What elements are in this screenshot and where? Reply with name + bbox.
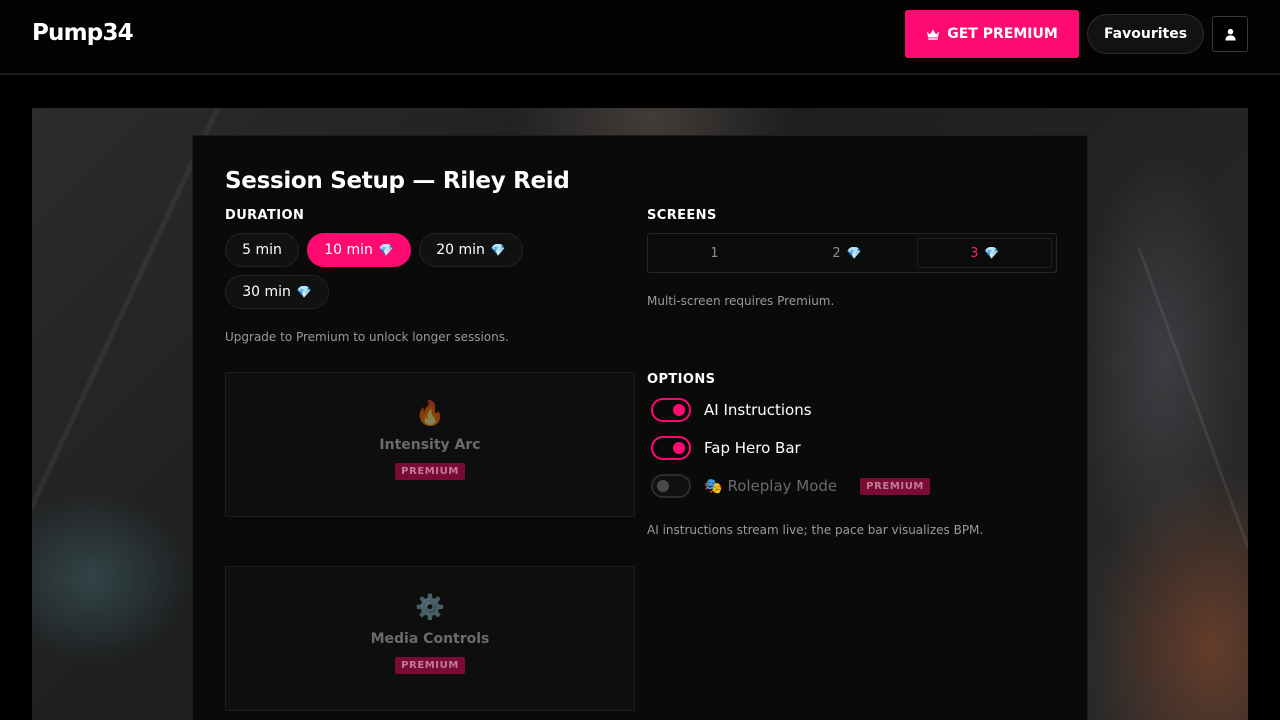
fap-hero-bar-toggle[interactable] xyxy=(651,436,691,460)
card-title: Media Controls xyxy=(370,631,490,647)
option-label: 🎭 Roleplay Mode xyxy=(704,477,838,495)
option-fap-hero-bar: Fap Hero Bar xyxy=(651,436,801,460)
intensity-arc-card[interactable]: 🔥 Intensity Arc PREMIUM xyxy=(225,372,635,517)
duration-20-min[interactable]: 20 min 💎 xyxy=(419,233,523,267)
screens-option-3[interactable]: 3 💎 xyxy=(917,238,1053,268)
duration-30-min[interactable]: 30 min 💎 xyxy=(225,275,329,309)
premium-badge: PREMIUM xyxy=(395,463,465,480)
screens-label: SCREENS xyxy=(647,208,717,223)
options-note: AI instructions stream live; the pace ba… xyxy=(647,523,984,537)
duration-note: Upgrade to Premium to unlock longer sess… xyxy=(225,330,509,344)
user-menu-button[interactable] xyxy=(1212,16,1248,52)
top-bar: Pump34 GET PREMIUM Favourites xyxy=(0,0,1280,75)
diamond-icon: 💎 xyxy=(490,243,506,257)
logo[interactable]: Pump34 xyxy=(32,20,134,46)
diamond-icon: 💎 xyxy=(378,243,394,257)
gear-icon: ⚙️ xyxy=(415,593,445,621)
duration-label: DURATION xyxy=(225,208,305,223)
crown-icon xyxy=(927,29,940,40)
flame-icon: 🔥 xyxy=(415,399,445,427)
roleplay-mode-toggle[interactable] xyxy=(651,474,691,498)
card-title: Intensity Arc xyxy=(379,437,481,453)
option-label: AI Instructions xyxy=(704,401,812,419)
diamond-icon: 💎 xyxy=(296,285,312,299)
premium-badge: PREMIUM xyxy=(860,477,930,495)
get-premium-button[interactable]: GET PREMIUM xyxy=(905,10,1079,58)
duration-10-min[interactable]: 10 min 💎 xyxy=(307,233,411,267)
options-label: OPTIONS xyxy=(647,372,716,387)
option-label: Fap Hero Bar xyxy=(704,439,801,457)
screens-note: Multi-screen requires Premium. xyxy=(647,294,835,308)
ai-instructions-toggle[interactable] xyxy=(651,398,691,422)
favourites-button[interactable]: Favourites xyxy=(1087,14,1204,54)
screens-option-2[interactable]: 2 💎 xyxy=(781,234,914,272)
diamond-icon: 💎 xyxy=(984,246,1000,260)
screens-selector: 1 2 💎 3 💎 xyxy=(647,233,1057,273)
diamond-icon: 💎 xyxy=(846,246,862,260)
duration-5-min[interactable]: 5 min xyxy=(225,233,299,267)
option-ai-instructions: AI Instructions xyxy=(651,398,812,422)
user-icon xyxy=(1224,28,1236,41)
session-setup-modal: Session Setup — Riley Reid DURATION 5 mi… xyxy=(192,135,1088,720)
screens-option-1[interactable]: 1 xyxy=(648,234,781,272)
media-controls-card[interactable]: ⚙️ Media Controls PREMIUM xyxy=(225,566,635,711)
premium-badge: PREMIUM xyxy=(395,657,465,674)
option-roleplay-mode: 🎭 Roleplay Mode PREMIUM xyxy=(651,474,930,498)
get-premium-label: GET PREMIUM xyxy=(947,26,1058,42)
modal-title: Session Setup — Riley Reid xyxy=(225,168,570,194)
